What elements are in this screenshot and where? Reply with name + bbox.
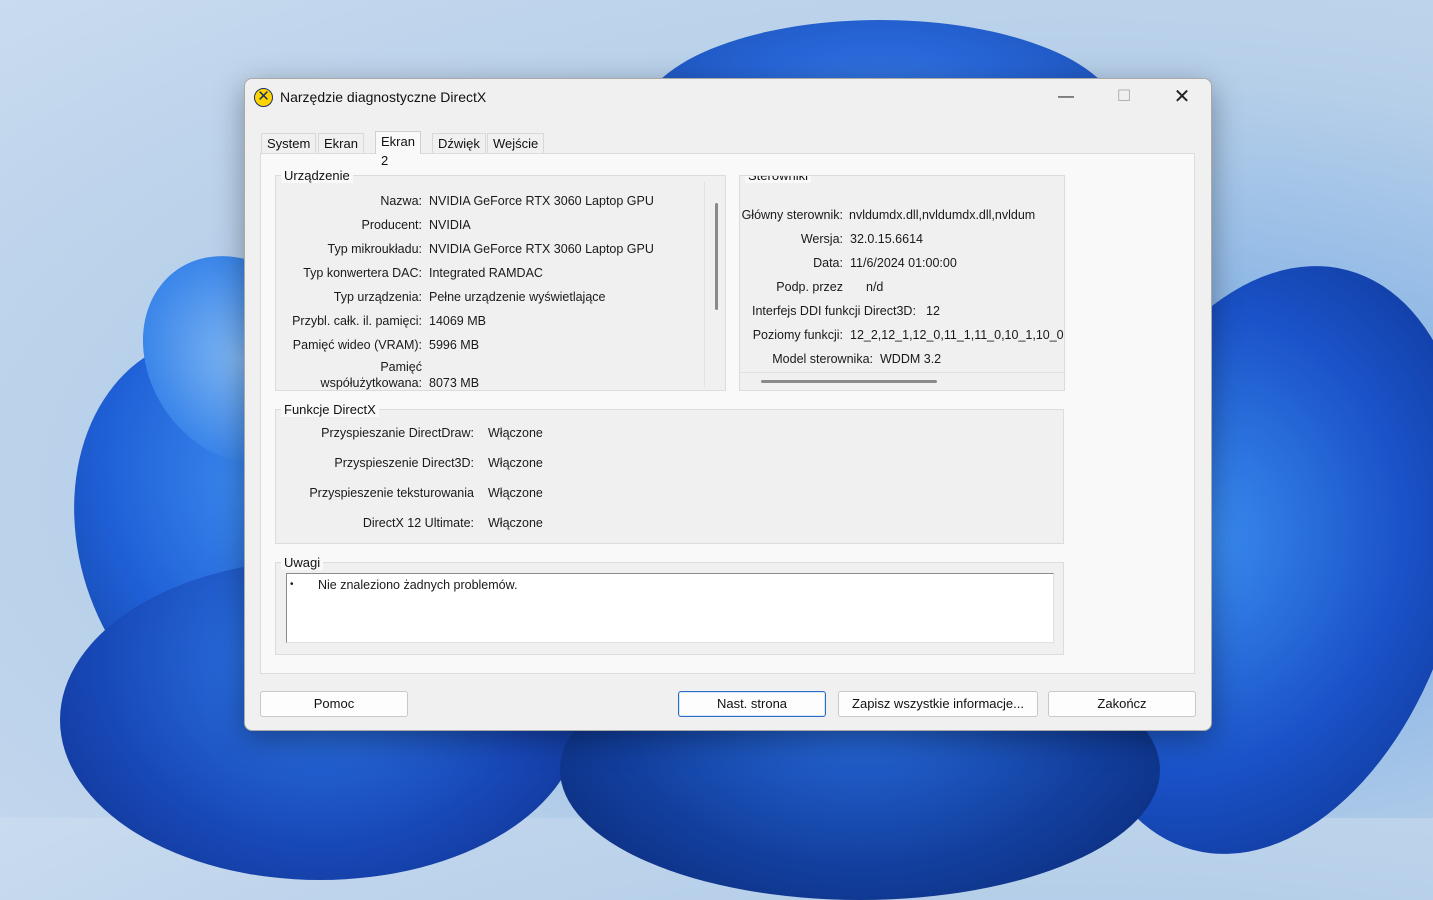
driver-value: 11/6/2024 01:00:00 [850,256,957,270]
device-group: Urządzenie Nazwa: NVIDIA GeForce RTX 306… [275,168,726,391]
tab-ekran-1[interactable]: Ekran 1 [318,133,364,170]
driver-value: n/d [866,280,884,294]
driver-value: 12_2,12_1,12_0,11_1,11_0,10_1,10_0 [850,328,1064,342]
device-label: Typ konwertera DAC: [303,266,422,280]
driver-label: Model sterownika: [772,352,873,366]
device-value: NVIDIA GeForce RTX 3060 Laptop GPU [429,242,654,256]
device-value: 5996 MB [429,338,480,352]
driver-label: Wersja: [800,232,843,246]
driver-value: WDDM 3.2 [880,352,942,366]
drivers-scrollbar-thumb[interactable] [761,380,937,383]
directx-features-group: Funkcje DirectX Przyspieszanie DirectDra… [275,402,1064,544]
device-label: współużytkowana: [320,376,422,390]
close-button[interactable]: ✕ [1153,79,1211,115]
device-value: NVIDIA [429,218,471,232]
tab-wejscie[interactable]: Wejście [487,133,545,153]
driver-value: 32.0.15.6614 [850,232,923,246]
device-label: Przybl. całk. il. pamięci: [292,314,422,328]
feature-value: Włączone [488,486,543,500]
window-title: Narzędzie diagnostyczne DirectX [280,89,487,105]
driver-label: Interfejs DDI funkcji Direct3D: [752,304,916,318]
next-page-button[interactable]: Nast. strona [678,691,826,717]
dxdiag-window: ✕ Narzędzie diagnostyczne DirectX — ☐ ✕ … [244,78,1212,731]
device-value: 8073 MB [429,376,480,390]
device-scrollbar-track [704,182,705,387]
maximize-button[interactable]: ☐ [1095,79,1153,115]
driver-value: 12 [926,304,940,318]
directx-app-icon: ✕ [254,88,273,107]
drivers-group-title: Sterowniki [745,176,811,183]
device-value: NVIDIA GeForce RTX 3060 Laptop GPU [429,194,654,208]
tab-ekran-2[interactable]: Ekran 2 [375,131,421,168]
driver-label: Data: [813,256,843,270]
feature-label: DirectX 12 Ultimate: [362,516,474,530]
feature-value: Włączone [488,516,543,530]
device-value: Integrated RAMDAC [429,266,543,280]
driver-value: nvldumdx.dll,nvldumdx.dll,nvldum [849,208,1036,222]
device-label: Typ urządzenia: [333,290,422,304]
drivers-group: Sterowniki Główny sterownik: nvldumdx.dl… [739,175,1065,391]
help-button[interactable]: Pomoc [260,691,408,717]
driver-label: Podp. przez [776,280,843,294]
exit-button[interactable]: Zakończ [1048,691,1196,717]
driver-label: Poziomy funkcji: [752,328,843,342]
device-value: 14069 MB [429,314,486,328]
directx-features-title: Funkcje DirectX [281,402,379,417]
notes-title: Uwagi [281,555,324,570]
notes-textbox[interactable]: • Nie znaleziono żadnych problemów. [286,573,1054,643]
tab-dzwiek[interactable]: Dźwięk [432,133,486,153]
device-label: Producent: [361,218,422,232]
minimize-button[interactable]: — [1037,79,1095,115]
device-scrollbar-thumb[interactable] [715,203,718,310]
feature-label: Przyspieszenie teksturowania [309,486,474,500]
device-label: Typ mikroukładu: [327,242,422,256]
device-label: Pamięć [380,360,422,374]
device-group-title: Urządzenie [281,168,353,183]
save-all-button[interactable]: Zapisz wszystkie informacje... [838,691,1038,717]
notes-bullet: • [290,579,294,590]
driver-label: Główny sterownik: [741,208,843,222]
tab-system[interactable]: System [261,133,317,153]
feature-value: Włączone [488,456,543,470]
feature-label: Przyspieszenie Direct3D: [334,456,474,470]
notes-group: Uwagi • Nie znaleziono żadnych problemów… [275,555,1064,655]
device-value: Pełne urządzenie wyświetlające [429,290,606,304]
drivers-scrollbar-track [740,372,1064,373]
device-label: Nazwa: [380,194,422,208]
notes-text: Nie znaleziono żadnych problemów. [318,578,518,592]
feature-label: Przyspieszanie DirectDraw: [321,426,474,440]
feature-value: Włączone [488,426,543,440]
title-bar[interactable]: ✕ Narzędzie diagnostyczne DirectX — ☐ ✕ [245,79,1211,115]
device-label: Pamięć wideo (VRAM): [292,338,422,352]
